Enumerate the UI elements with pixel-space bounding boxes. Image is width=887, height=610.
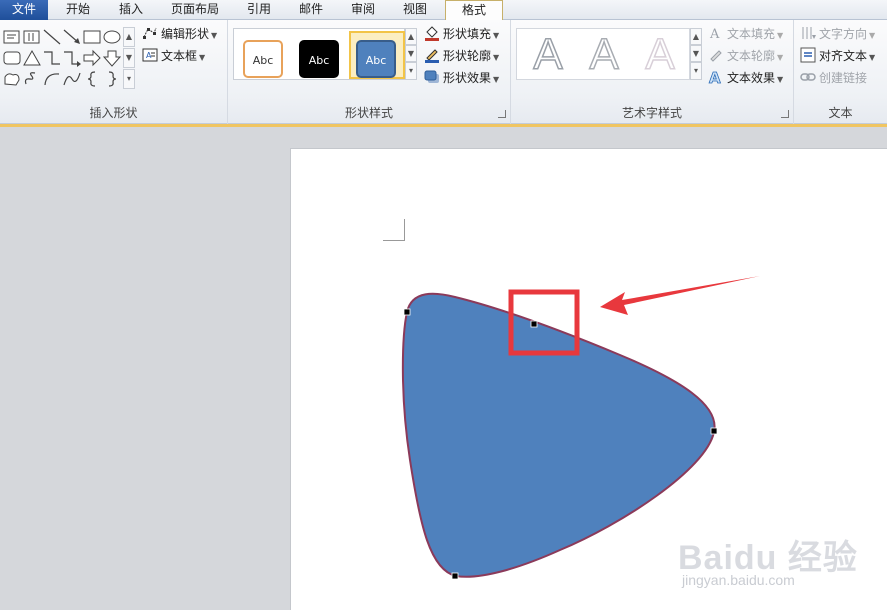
edit-point-bottom[interactable] — [451, 572, 459, 580]
baidu-watermark: Baidu 经验 jingyan.baidu.com — [678, 530, 887, 600]
highlight-arrow-icon — [600, 276, 760, 315]
edit-point-top-left[interactable] — [403, 308, 411, 316]
edit-point-top[interactable] — [530, 320, 538, 328]
edit-point-right[interactable] — [710, 427, 718, 435]
curved-triangle-shape[interactable] — [401, 292, 716, 578]
drawing-canvas — [401, 276, 760, 580]
watermark-url: jingyan.baidu.com — [682, 572, 795, 588]
